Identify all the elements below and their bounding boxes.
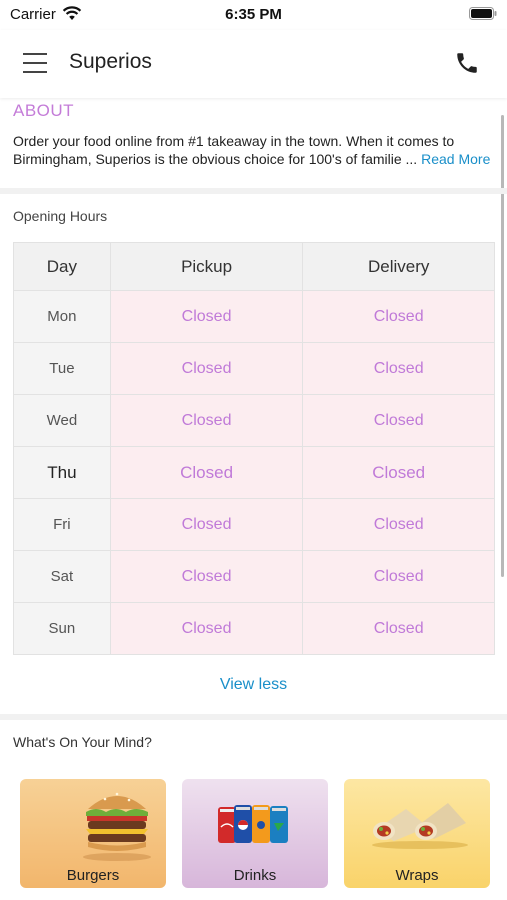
table-row: Wed Closed Closed [13, 394, 495, 447]
wrap-icon [372, 803, 468, 849]
day-cell: Wed [13, 394, 111, 447]
day-cell: Tue [13, 342, 111, 395]
opening-hours-table: Day Pickup Delivery Mon Closed Closed Tu… [13, 242, 495, 655]
section-divider [0, 188, 507, 194]
about-title: ABOUT [13, 101, 75, 120]
pickup-cell: Closed [109, 602, 304, 655]
table-row-today: Thu Closed Closed [13, 446, 495, 499]
table-row: Fri Closed Closed [13, 498, 495, 551]
day-cell: Sun [13, 602, 111, 655]
view-less-link[interactable]: View less [0, 676, 507, 694]
delivery-cell: Closed [302, 394, 495, 447]
column-header-day: Day [13, 242, 111, 291]
table-header-row: Day Pickup Delivery [13, 242, 495, 291]
category-label: Drinks [233, 867, 277, 884]
day-cell: Fri [13, 498, 111, 551]
status-bar: Carrier 6:35 PM [0, 0, 507, 30]
delivery-cell: Closed [302, 602, 495, 655]
pickup-cell: Closed [109, 550, 304, 603]
category-card-burgers[interactable]: Burgers [20, 779, 166, 888]
table-row: Tue Closed Closed [13, 342, 495, 395]
delivery-cell: Closed [302, 342, 495, 395]
delivery-cell: Closed [302, 498, 495, 551]
pickup-cell: Closed [109, 290, 304, 343]
table-row: Sun Closed Closed [13, 602, 495, 655]
opening-hours-title: Opening Hours [13, 208, 108, 224]
pickup-cell: Closed [109, 446, 304, 499]
about-text: Order your food online from #1 takeaway … [13, 132, 499, 168]
category-card-wraps[interactable]: Wraps [344, 779, 490, 888]
read-more-link[interactable]: Read More [421, 151, 490, 167]
day-cell: Mon [13, 290, 111, 343]
category-label: Wraps [395, 867, 439, 884]
app-title: Superios [69, 50, 152, 73]
delivery-cell: Closed [302, 446, 495, 499]
hamburger-menu-icon[interactable] [23, 53, 47, 73]
phone-icon[interactable] [454, 50, 480, 76]
status-time: 6:35 PM [225, 6, 282, 23]
delivery-cell: Closed [302, 290, 495, 343]
pickup-cell: Closed [109, 342, 304, 395]
app-header: Superios [0, 30, 507, 98]
day-cell: Sat [13, 550, 111, 603]
about-section: ABOUT Order your food online from #1 tak… [0, 98, 507, 188]
table-row: Sat Closed Closed [13, 550, 495, 603]
column-header-pickup: Pickup [109, 242, 304, 291]
whats-on-your-mind-title: What's On Your Mind? [13, 734, 152, 750]
section-divider [0, 714, 507, 720]
table-row: Mon Closed Closed [13, 290, 495, 343]
category-label: Burgers [66, 867, 120, 884]
about-description: Order your food online from #1 takeaway … [13, 133, 455, 167]
burger-icon [83, 792, 151, 861]
column-header-delivery: Delivery [302, 242, 495, 291]
delivery-cell: Closed [302, 550, 495, 603]
category-card-drinks[interactable]: Drinks [182, 779, 328, 888]
pickup-cell: Closed [109, 394, 304, 447]
pickup-cell: Closed [109, 498, 304, 551]
battery-icon [469, 7, 497, 20]
day-cell: Thu [13, 446, 111, 499]
soda-cans-icon [218, 805, 288, 843]
